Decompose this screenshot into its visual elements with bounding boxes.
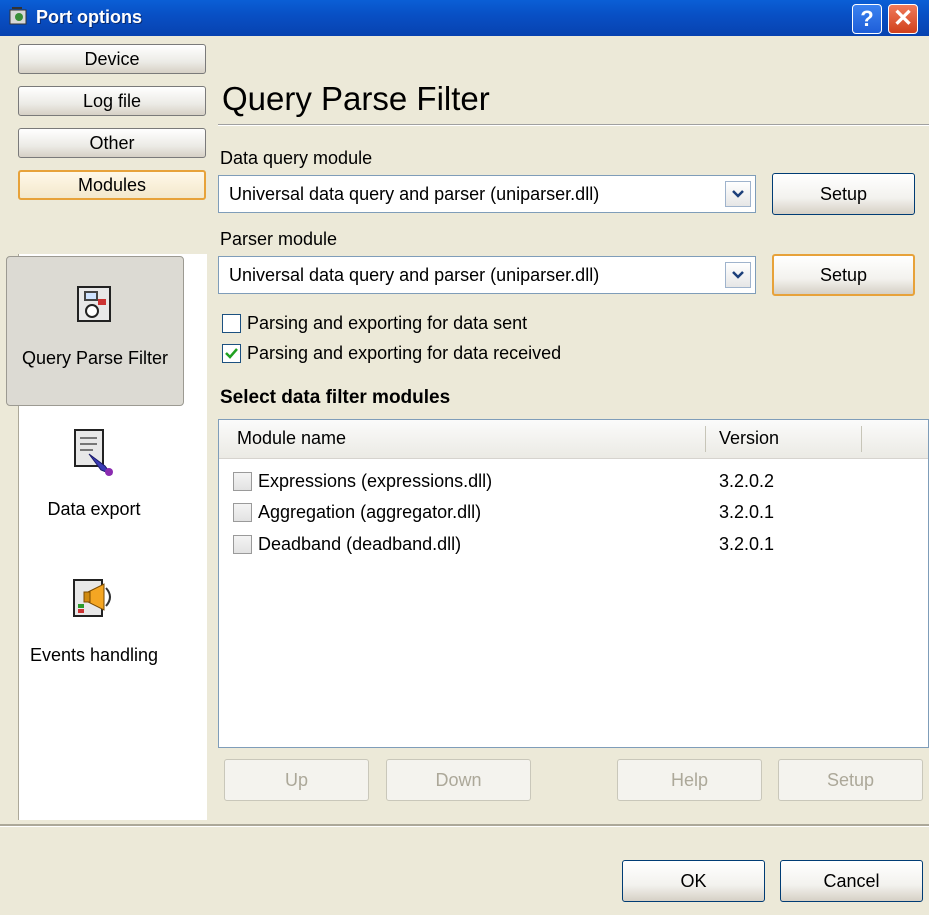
filter-version: 3.2.0.1 [719,501,775,522]
data-received-label: Parsing and exporting for data received [247,342,562,363]
checkmark-icon [225,347,238,359]
data-sent-label: Parsing and exporting for data sent [247,312,528,333]
up-button[interactable]: Up [224,759,369,801]
list-item[interactable]: Aggregation (aggregator.dll) 3.2.0.1 [233,499,913,525]
filter-version: 3.2.0.1 [719,533,775,554]
footer-divider [0,824,929,827]
filter-section-title: Select data filter modules [220,387,451,408]
parser-module-value: Universal data query and parser (unipars… [229,265,600,285]
parser-module-select[interactable]: Universal data query and parser (unipars… [218,256,756,294]
port-options-icon [9,7,27,25]
chevron-down-icon[interactable] [725,262,751,288]
down-button[interactable]: Down [386,759,531,801]
filter-version: 3.2.0.2 [719,470,775,491]
list-item[interactable]: Expressions (expressions.dll) 3.2.0.2 [233,468,913,494]
data-export-icon [74,429,113,476]
filter-checkbox[interactable] [233,471,252,491]
help-button[interactable]: Help [617,759,762,801]
title-bar: Port options ? ✕ [0,0,929,37]
heading-divider [218,124,929,126]
chevron-down-icon[interactable] [725,181,751,207]
list-item[interactable]: Deadband (deadband.dll) 3.2.0.1 [233,531,913,557]
data-query-setup-button[interactable]: Setup [772,173,915,215]
column-separator[interactable] [705,426,706,452]
dialog-body: Device Log file Other Modules Query Pars… [0,36,929,915]
module-label-query-parse-filter: Query Parse Filter [21,348,169,368]
data-query-value: Universal data query and parser (unipars… [229,184,600,204]
module-item-events-handling[interactable]: Events handling [0,576,188,666]
query-parse-filter-icon [77,286,111,322]
module-item-query-parse-filter[interactable]: Query Parse Filter [6,256,184,406]
tab-modules[interactable]: Modules [18,170,206,200]
column-version[interactable]: Version [719,428,779,449]
data-received-checkbox[interactable] [222,343,241,363]
module-item-data-export[interactable]: Data export [0,428,188,520]
cancel-button[interactable]: Cancel [780,860,923,902]
tab-log-file[interactable]: Log file [18,86,206,116]
module-label-data-export: Data export [47,499,141,519]
events-handling-icon [73,579,111,617]
data-sent-checkbox[interactable] [222,313,241,333]
tab-other[interactable]: Other [18,128,206,158]
parser-setup-button[interactable]: Setup [772,254,915,296]
checkbox-row-data-received[interactable]: Parsing and exporting for data received [222,341,561,365]
filter-checkbox[interactable] [233,534,252,554]
window-title: Port options [36,7,142,27]
close-button[interactable]: ✕ [888,4,918,34]
data-query-select[interactable]: Universal data query and parser (unipars… [218,175,756,213]
module-label-events-handling: Events handling [29,645,159,665]
left-nav: Device Log file Other Modules Query Pars… [0,36,212,824]
checkbox-row-data-sent[interactable]: Parsing and exporting for data sent [222,311,527,335]
filter-checkbox[interactable] [233,502,252,522]
filter-name: Deadband (deadband.dll) [258,533,462,554]
tab-device[interactable]: Device [18,44,206,74]
ok-button[interactable]: OK [622,860,765,902]
filter-name: Aggregation (aggregator.dll) [258,501,482,522]
filter-name: Expressions (expressions.dll) [258,470,493,491]
list-header: Module name Version [219,420,928,459]
help-title-button[interactable]: ? [852,4,882,34]
parser-module-label: Parser module [220,229,338,249]
column-separator[interactable] [861,426,862,452]
page-title: Query Parse Filter [222,80,490,117]
data-query-label: Data query module [220,148,373,168]
filter-setup-button[interactable]: Setup [778,759,923,801]
column-module-name[interactable]: Module name [237,428,346,449]
filter-modules-list[interactable]: Module name Version Expressions (express… [218,419,929,748]
